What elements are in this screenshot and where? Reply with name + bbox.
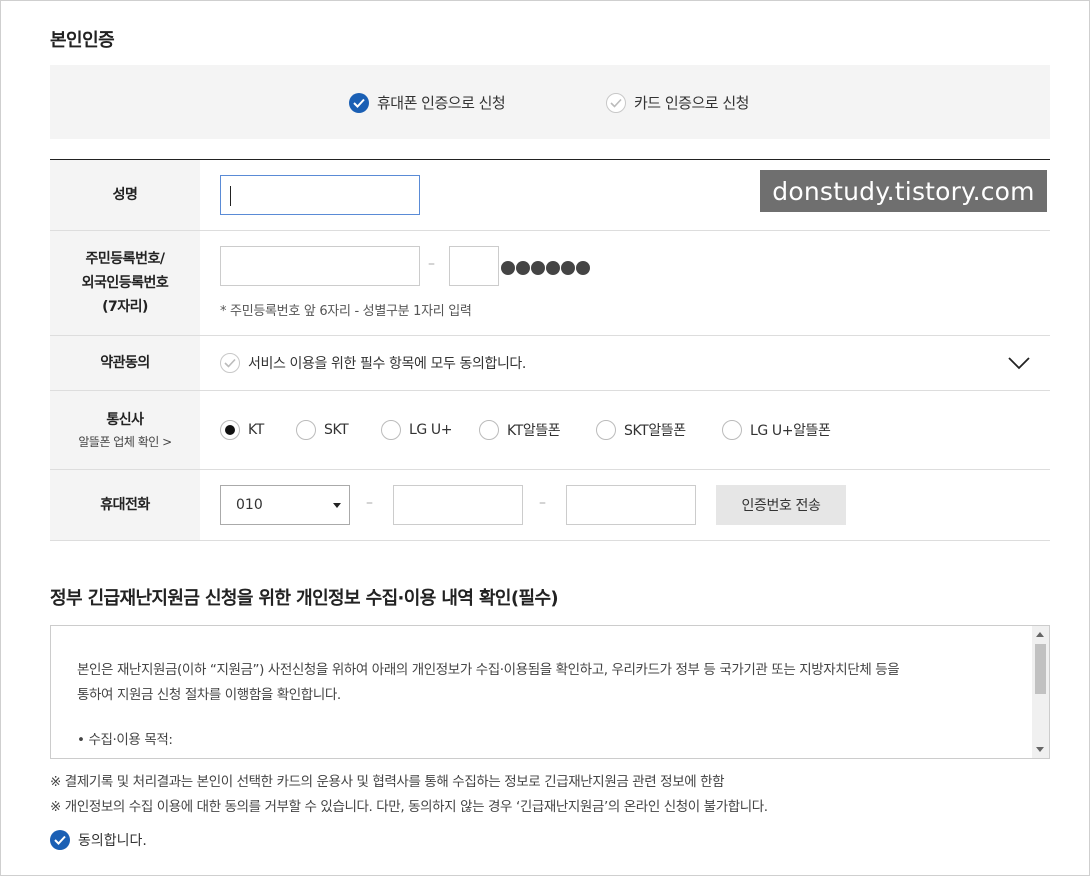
scrollbar[interactable] <box>1032 626 1049 758</box>
phone-prefix-select[interactable]: 010 <box>220 485 350 525</box>
rrn-hint: * 주민등록번호 앞 6자리 - 성별구분 1자리 입력 <box>220 304 472 319</box>
carrier-radio-group: KT SKT LG U+ KT알뜰폰 SKT알뜰폰 LG U+알뜰폰 <box>220 420 831 440</box>
radio-icon <box>296 420 316 440</box>
watermark: donstudy.tistory.com <box>760 170 1047 212</box>
form-label-rrn: 주민등록번호/ 외국인등록번호 (7자리) <box>50 231 200 335</box>
rrn-front-input[interactable] <box>220 246 420 286</box>
carrier-radio-lgu[interactable]: LG U+ <box>381 420 479 440</box>
rrn-masked-digits <box>501 261 590 275</box>
form-label-name: 성명 <box>50 160 200 230</box>
scroll-down-arrow-icon[interactable] <box>1036 747 1044 752</box>
radio-icon <box>479 420 499 440</box>
carrier-radio-skt-mvno[interactable]: SKT알뜰폰 <box>596 420 722 440</box>
text-caret <box>230 186 231 206</box>
mvno-check-link[interactable]: 알뜰폰 업체 확인 > <box>78 432 172 452</box>
dropdown-caret-icon <box>333 503 341 508</box>
form-row-phone: 휴대전화 010 – – 인증번호 전송 <box>50 470 1050 541</box>
agree-checkbox[interactable]: 동의합니다. <box>50 830 147 850</box>
radio-icon <box>381 420 401 440</box>
form-row-rrn: 주민등록번호/ 외국인등록번호 (7자리) – * 주민등록번호 앞 6자리 -… <box>50 231 1050 336</box>
carrier-radio-skt[interactable]: SKT <box>296 420 381 440</box>
radio-selected-icon <box>220 420 240 440</box>
carrier-radio-kt-mvno[interactable]: KT알뜰폰 <box>479 420 596 440</box>
form-row-terms: 약관동의 서비스 이용을 위한 필수 항목에 모두 동의합니다. <box>50 336 1050 391</box>
note-2: ※ 개인정보의 수집 이용에 대한 동의를 거부할 수 있습니다. 다만, 동의… <box>50 799 768 815</box>
form-row-name: 성명 donstudy.tistory.com <box>50 160 1050 231</box>
check-circle-icon <box>220 353 240 373</box>
carrier-radio-kt[interactable]: KT <box>220 420 296 440</box>
form-row-carrier: 통신사 알뜰폰 업체 확인 > KT SKT LG U+ KT알뜰폰 SKT알뜰… <box>50 391 1050 470</box>
terms-agree-text: 서비스 이용을 위한 필수 항목에 모두 동의합니다. <box>248 356 526 372</box>
check-circle-icon <box>50 830 70 850</box>
auth-method-phone-label: 휴대폰 인증으로 신청 <box>377 94 506 112</box>
carrier-radio-lgu-mvno[interactable]: LG U+알뜰폰 <box>722 420 831 440</box>
privacy-body: 본인은 재난지원금(이하 “지원금”) 사전신청을 위하여 아래의 개인정보가 … <box>77 662 900 748</box>
scroll-up-arrow-icon[interactable] <box>1036 632 1044 637</box>
rrn-dash: – <box>428 256 435 272</box>
privacy-title: 정부 긴급재난지원금 신청을 위한 개인정보 수집·이용 내역 확인(필수) <box>50 588 559 609</box>
privacy-notes: ※ 결제기록 및 처리결과는 본인이 선택한 카드의 운용사 및 협력사를 통해… <box>50 770 768 820</box>
note-1: ※ 결제기록 및 처리결과는 본인이 선택한 카드의 운용사 및 협력사를 통해… <box>50 774 725 790</box>
auth-method-box: 휴대폰 인증으로 신청 카드 인증으로 신청 <box>50 65 1050 139</box>
rrn-gender-digit-input[interactable] <box>449 246 499 286</box>
chevron-down-icon[interactable] <box>1007 353 1031 373</box>
phone-last-input[interactable] <box>566 485 696 525</box>
phone-dash-2: – <box>539 495 546 511</box>
send-code-button[interactable]: 인증번호 전송 <box>716 485 846 525</box>
radio-icon <box>596 420 616 440</box>
auth-method-phone[interactable]: 휴대폰 인증으로 신청 <box>349 92 506 113</box>
auth-method-card-label: 카드 인증으로 신청 <box>634 94 749 112</box>
agree-label: 동의합니다. <box>78 833 147 849</box>
section-title: 본인인증 <box>50 30 115 51</box>
radio-icon <box>722 420 742 440</box>
terms-agree-all[interactable]: 서비스 이용을 위한 필수 항목에 모두 동의합니다. <box>220 353 526 373</box>
phone-middle-input[interactable] <box>393 485 523 525</box>
check-circle-icon <box>606 92 626 113</box>
form-label-phone: 휴대전화 <box>50 470 200 540</box>
privacy-scroll-box[interactable]: 본인은 재난지원금(이하 “지원금”) 사전신청을 위하여 아래의 개인정보가 … <box>50 625 1050 759</box>
phone-dash-1: – <box>366 495 373 511</box>
scroll-thumb[interactable] <box>1035 644 1046 694</box>
form-label-carrier: 통신사 알뜰폰 업체 확인 > <box>50 391 200 469</box>
name-input[interactable] <box>220 175 420 215</box>
check-circle-icon <box>349 92 369 113</box>
form-label-terms: 약관동의 <box>50 336 200 390</box>
auth-form-table: 성명 donstudy.tistory.com 주민등록번호/ 외국인등록번호 … <box>50 159 1050 541</box>
auth-method-card[interactable]: 카드 인증으로 신청 <box>606 92 749 113</box>
